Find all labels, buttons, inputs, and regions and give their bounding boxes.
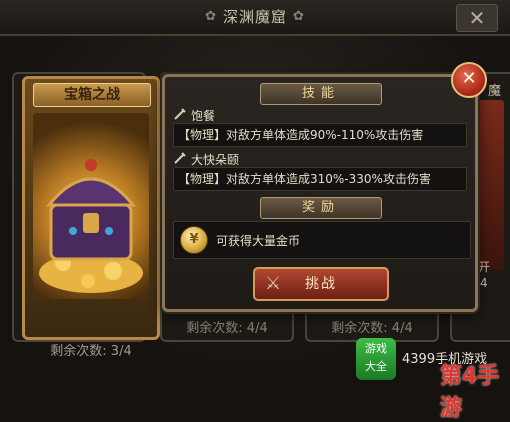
close-window-button[interactable]: ✕ (456, 4, 498, 32)
watermark-red-text: 第4手游 (440, 364, 500, 421)
logo-text: 游戏 (365, 342, 387, 355)
challenge-button[interactable]: ⚔ 挑战 (253, 267, 389, 301)
sword-icon (173, 107, 187, 124)
treasure-chest-icon (39, 159, 143, 293)
crossed-swords-icon: ⚔ (265, 273, 284, 294)
treasure-chest-image (33, 113, 149, 299)
treasure-battle-card[interactable]: 宝箱之战 剩余次数: 3/4 (22, 76, 160, 359)
reward-text: 可获得大量金币 (216, 233, 301, 248)
remaining-count: 剩余次数: 4/4 (186, 321, 268, 336)
card-banner: 宝箱之战 (33, 83, 151, 107)
skill-name: 饱餐 (191, 109, 216, 123)
skill-description: 【物理】对敌方单体造成310%-330%攻击伤害 (173, 167, 467, 191)
skill-dialog: 技能 饱餐 【物理】对敌方单体造成90%-110%攻击伤害 大快朵颐 【物理】对… (162, 74, 478, 312)
game-screen: ✿ 深渊魔窟 ✿ ✕ 剩余次数: 3/4 剩余次数: 4/4 剩余次数: 4/4… (0, 0, 510, 421)
skill-name: 大快朵颐 (191, 153, 240, 167)
title-plate: ✿ 深渊魔窟 ✿ (190, 2, 320, 30)
skill-title-2: 大快朵颐 (173, 151, 465, 168)
watermark-logo: 游戏 大全 (356, 338, 396, 380)
reward-item: ¥ 可获得大量金币 (173, 221, 471, 259)
reward-header: 奖励 (260, 197, 382, 219)
sword-icon (173, 151, 187, 168)
top-bar: ✿ 深渊魔窟 ✿ ✕ (0, 0, 510, 36)
remaining-count: 剩余次数: 4/4 (331, 321, 413, 336)
logo-text: 大全 (365, 360, 387, 373)
skill-description: 【物理】对敌方单体造成90%-110%攻击伤害 (173, 123, 467, 147)
close-dialog-button[interactable]: ✕ (451, 62, 487, 98)
remaining-count: 剩余次数: 3/4 (50, 344, 132, 359)
stage-card-art (474, 100, 504, 270)
skills-header: 技能 (260, 83, 382, 105)
skill-title-1: 饱餐 (173, 107, 465, 124)
stage-card-sub: 4 (480, 276, 488, 290)
stage-card-label: 开 (478, 260, 491, 274)
challenge-label: 挑战 (305, 276, 337, 292)
page-title: 深渊魔窟 (222, 7, 287, 26)
gold-coin-icon: ¥ (180, 226, 208, 254)
stage-card-title: 魔 (488, 84, 502, 99)
gear-icon: ✿ (205, 8, 217, 24)
gear-icon: ✿ (293, 8, 305, 24)
